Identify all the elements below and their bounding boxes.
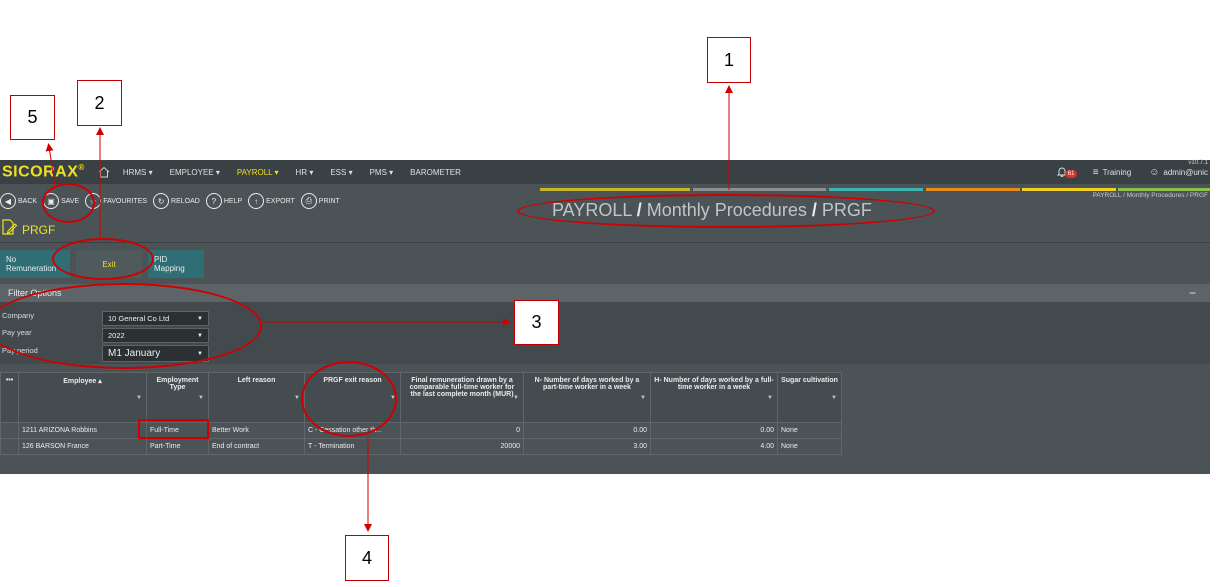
page-breadcrumb-small: PAYROLL / Monthly Procedures / PRGF	[1092, 192, 1208, 199]
annotation-ellipse-breadcrumb	[517, 194, 935, 228]
cell-employee[interactable]: 1211 ARIZONA Robbins	[18, 422, 147, 439]
help-button[interactable]: ? HELP	[205, 193, 242, 209]
table-row[interactable]: 126 BARSON France Part-Time End of contr…	[0, 438, 842, 455]
annotation-ellipse-save	[42, 183, 95, 223]
filter-icon[interactable]: ▼	[640, 395, 646, 401]
annotation-ellipse-exit-reason	[301, 361, 397, 437]
exit-grid: ••• Employee ▴ ▼ Employment Type ▼ Left re…	[0, 372, 844, 455]
color-strip-6	[1118, 188, 1210, 191]
column-header-sugar-cultivation[interactable]: Sugar cultivation ▼	[777, 372, 842, 423]
help-icon: ?	[205, 193, 222, 209]
cell-employment-type[interactable]: Part-Time	[146, 438, 209, 455]
reload-button[interactable]: ↻ RELOAD	[153, 193, 200, 209]
annotation-label-5: 5	[10, 95, 55, 140]
filter-icon[interactable]: ▼	[831, 395, 837, 401]
version-label: v10.7.1	[1188, 160, 1208, 166]
reload-icon: ↻	[153, 193, 170, 209]
color-strip-5	[1022, 188, 1116, 191]
home-icon[interactable]	[97, 165, 111, 179]
annotation-label-3: 3	[514, 300, 559, 345]
filter-icon[interactable]: ▼	[198, 395, 204, 401]
grid-header-row: ••• Employee ▴ ▼ Employment Type ▼ Left re…	[0, 372, 842, 423]
menu-employee[interactable]: EMPLOYEE ▾	[170, 168, 220, 177]
nav-right: 61 ≡ Training ☺ admin@unic	[1056, 160, 1208, 184]
column-header-final-remuneration[interactable]: Final remuneration drawn by a comparable…	[400, 372, 524, 423]
menu-ess[interactable]: ESS ▾	[330, 168, 352, 177]
filter-icon[interactable]: ▼	[294, 395, 300, 401]
screenshot-root: SICORAX® HRMS ▾ EMPLOYEE ▾ PAYROLL ▾ HR …	[0, 0, 1216, 587]
back-arrow-icon: ◀	[0, 193, 16, 209]
export-icon: ↑	[248, 193, 265, 209]
cell-sugar-cultivation[interactable]: None	[777, 422, 842, 439]
notification-count-badge: 61	[1064, 170, 1078, 178]
column-header-employment-type[interactable]: Employment Type ▼	[146, 372, 209, 423]
divider	[0, 242, 1210, 243]
cell-final-remuneration[interactable]: 0	[400, 422, 524, 439]
annotation-rect-full-time	[138, 419, 209, 439]
table-row[interactable]: 1211 ARIZONA Robbins Full-Time Better Wo…	[0, 422, 842, 439]
annotation-ellipse-exit-tab	[52, 238, 154, 280]
grid-menu-button[interactable]: •••	[0, 372, 19, 423]
export-button[interactable]: ↑ EXPORT	[248, 193, 295, 209]
column-header-left-reason[interactable]: Left reason ▼	[208, 372, 305, 423]
annotation-label-1: 1	[707, 37, 751, 83]
annotation-label-2: 2	[77, 80, 122, 126]
print-icon: ⎙	[300, 193, 317, 209]
color-strip-2	[693, 188, 826, 191]
document-edit-icon	[0, 218, 18, 241]
menu-barometer[interactable]: BAROMETER	[410, 168, 461, 177]
filter-icon[interactable]: ▼	[513, 395, 519, 401]
environment-label[interactable]: Training	[1103, 168, 1132, 177]
column-header-full-time-days[interactable]: H- Number of days worked by a full-time …	[650, 372, 778, 423]
print-button[interactable]: ⎙ PRINT	[300, 193, 340, 209]
column-header-employee[interactable]: Employee ▴ ▼	[18, 372, 147, 423]
back-button[interactable]: ◀ BACK	[0, 193, 37, 209]
color-strip-1	[540, 188, 690, 191]
notification-bell-icon[interactable]: 61	[1056, 166, 1078, 178]
color-strip-3	[829, 188, 923, 191]
color-strip-4	[926, 188, 1020, 191]
cell-left-reason[interactable]: End of contract	[208, 438, 305, 455]
collapse-icon[interactable]: −	[1189, 286, 1196, 300]
logo: SICORAX®	[2, 162, 85, 181]
cell-full-time-days[interactable]: 0.00	[650, 422, 778, 439]
menu-pms[interactable]: PMS ▾	[370, 168, 394, 177]
menu-hr[interactable]: HR ▾	[296, 168, 314, 177]
cell-employee[interactable]: 126 BARSON France	[18, 438, 147, 455]
cell-sugar-cultivation[interactable]: None	[777, 438, 842, 455]
database-icon: ≡	[1092, 166, 1099, 178]
cell-part-time-days[interactable]: 0.00	[523, 422, 651, 439]
cell-final-remuneration[interactable]: 20000	[400, 438, 524, 455]
user-name[interactable]: admin@unic	[1163, 168, 1208, 177]
menu-payroll[interactable]: PAYROLL ▾	[237, 168, 279, 177]
top-nav: SICORAX® HRMS ▾ EMPLOYEE ▾ PAYROLL ▾ HR …	[0, 160, 1210, 184]
grid-table: ••• Employee ▴ ▼ Employment Type ▼ Left re…	[0, 372, 842, 455]
menu-hrms[interactable]: HRMS ▾	[123, 168, 153, 177]
user-icon: ☺	[1149, 166, 1160, 178]
cell-full-time-days[interactable]: 4.00	[650, 438, 778, 455]
cell-left-reason[interactable]: Better Work	[208, 422, 305, 439]
column-header-part-time-days[interactable]: N- Number of days worked by a part-time …	[523, 372, 651, 423]
cell-part-time-days[interactable]: 3.00	[523, 438, 651, 455]
main-menu: HRMS ▾ EMPLOYEE ▾ PAYROLL ▾ HR ▾ ESS ▾ P…	[123, 168, 478, 177]
page-header: PRGF	[0, 218, 55, 241]
filter-icon[interactable]: ▼	[136, 395, 142, 401]
page-title: PRGF	[22, 222, 56, 237]
filter-icon[interactable]: ▼	[767, 395, 773, 401]
annotation-label-4: 4	[345, 535, 389, 581]
cell-prgf-exit-reason[interactable]: T - Termination	[304, 438, 401, 455]
tab-pid-mapping[interactable]: PID Mapping	[148, 250, 204, 278]
